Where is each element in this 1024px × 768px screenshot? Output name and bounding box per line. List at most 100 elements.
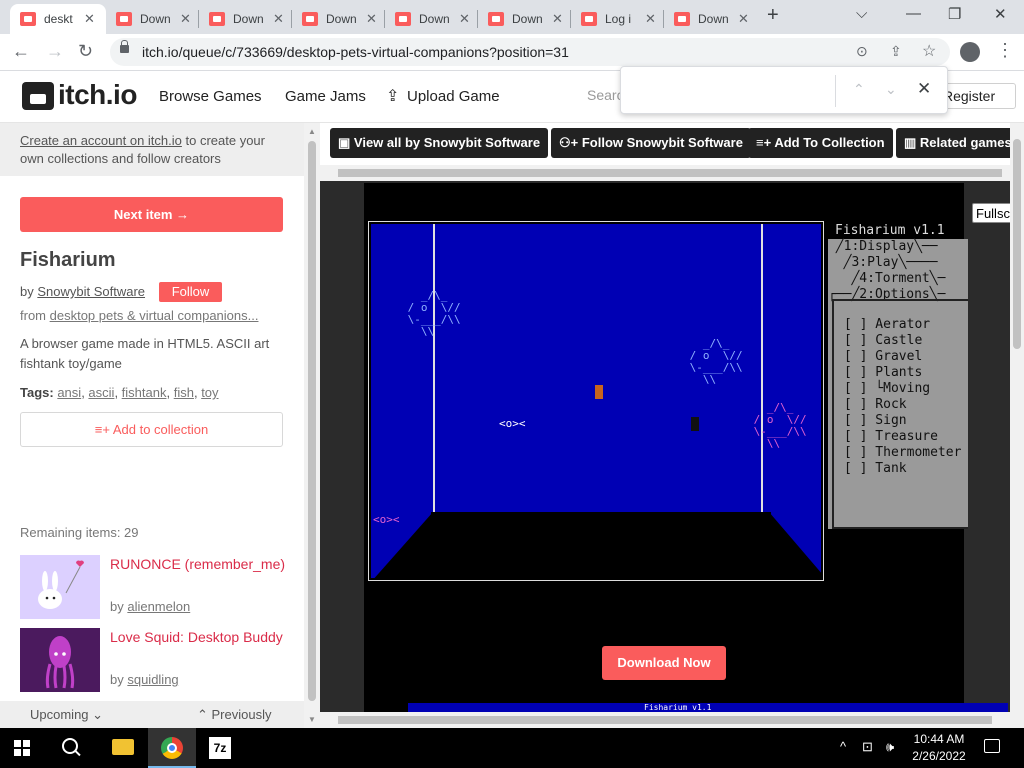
forward-icon[interactable]: → [46,41,64,62]
close-tab-icon[interactable]: ✕ [366,11,377,27]
sidebar-scroll-thumb[interactable] [308,141,316,701]
author-link[interactable]: Snowybit Software [37,284,145,299]
queue-author-link[interactable]: squidling [127,672,178,687]
nav-upload-game[interactable]: Upload Game [407,88,500,105]
view-all-by-author-button[interactable]: ▣ View all by Snowybit Software [330,128,549,158]
browser-tab[interactable]: Down ✕ [664,4,756,34]
browser-tab[interactable]: Log i ✕ [571,4,663,34]
browser-tab[interactable]: Down ✕ [385,4,477,34]
tray-expand-icon[interactable]: ^ [840,739,846,754]
notification-icon[interactable] [984,739,1000,753]
browser-tab[interactable]: Down ✕ [199,4,291,34]
close-window-icon[interactable]: ✕ [994,5,1007,23]
tag-link[interactable]: toy [201,385,218,400]
address-bar[interactable]: itch.io/queue/c/733669/desktop-pets-virt… [110,38,950,66]
page-scrollbar[interactable] [1010,123,1024,728]
option-plants[interactable]: [ ] Plants [844,365,922,380]
tag-link[interactable]: ansi [57,385,81,400]
option-tank[interactable]: [ ] Tank [844,461,907,476]
follow-author-button[interactable]: ⚇+ Follow Snowybit Software [551,128,751,158]
follow-button[interactable]: Follow [159,282,222,302]
find-previous-icon[interactable]: ⌃ [853,81,865,98]
restore-icon[interactable]: ❐ [948,5,961,23]
close-tab-icon[interactable]: ✕ [459,11,470,27]
scroll-up-icon[interactable]: ▲ [308,127,316,136]
tab-play[interactable]: ╱3:Play╲──── [828,255,968,271]
horizontal-scrollbar-bottom[interactable] [320,712,1010,728]
close-tab-icon[interactable]: ✕ [84,11,95,27]
browser-tab-active[interactable]: deskt ✕ [10,4,106,34]
option-aerator[interactable]: [ ] Aerator [844,317,930,332]
close-tab-icon[interactable]: ✕ [180,11,191,27]
option-thermometer[interactable]: [ ] Thermometer [844,445,961,460]
queue-thumbnail[interactable] [20,555,100,619]
add-to-collection-button[interactable]: ≡+ Add to collection [20,412,283,447]
find-next-icon[interactable]: ⌄ [885,81,897,98]
reload-icon[interactable]: ↻ [78,41,93,62]
find-close-icon[interactable]: ✕ [917,79,931,99]
tag-link[interactable]: ascii [88,385,114,400]
upcoming-button[interactable]: Upcoming ⌄ [30,707,103,723]
related-games-button[interactable]: ▥ Related games [896,128,1020,158]
search-icon[interactable] [62,738,78,754]
nav-browse-games[interactable]: Browse Games [159,88,262,105]
lens-icon[interactable]: ⊙ [856,43,868,60]
volume-icon[interactable]: 🕪 [886,739,894,755]
network-icon[interactable]: ⊡ [862,739,873,755]
browser-tab[interactable]: Down ✕ [478,4,570,34]
system-clock[interactable]: 10:44 AM 2/26/2022 [908,731,970,765]
bookmark-star-icon[interactable]: ☆ [922,41,936,61]
site-logo[interactable]: itch.io [58,79,137,111]
minimize-icon[interactable]: — [906,5,921,22]
share-icon[interactable]: ⇪ [890,43,902,60]
previously-button[interactable]: ⌃ Previously [197,707,271,723]
close-tab-icon[interactable]: ✕ [552,11,563,27]
option-castle[interactable]: [ ] Castle [844,333,922,348]
close-tab-icon[interactable]: ✕ [738,11,749,27]
close-tab-icon[interactable]: ✕ [645,11,656,27]
game-title[interactable]: Fisharium [20,249,116,272]
fish-tank[interactable]: _/\_ / o \// \-___/\\ \\ _/\_ / o \// \-… [368,221,824,581]
find-input[interactable] [631,77,831,105]
tab-display[interactable]: ╱1:Display╲── [828,239,968,255]
queue-thumbnail[interactable] [20,628,100,692]
tab-torment[interactable]: ╱4:Torment╲─ [828,271,968,287]
7zip-app[interactable]: 7z [196,728,244,768]
page-scroll-thumb[interactable] [1013,139,1021,349]
nav-game-jams[interactable]: Game Jams [285,88,366,105]
browser-tab[interactable]: Down ✕ [292,4,384,34]
profile-avatar-icon[interactable] [960,42,980,62]
tab-search-icon[interactable]: ⌵ [856,5,867,22]
chrome-app[interactable] [148,728,196,768]
queue-item-title[interactable]: RUNONCE (remember_me) [110,555,290,574]
download-now-button[interactable]: Download Now [602,646,726,680]
collection-link[interactable]: desktop pets & virtual companions... [50,308,259,323]
next-item-button[interactable]: Next item → [20,197,283,232]
itch-logo-icon[interactable] [22,82,54,110]
tag-link[interactable]: fish [174,385,194,400]
option-moving[interactable]: [ ] └Moving [844,381,930,396]
add-to-collection-action-button[interactable]: ≡+ Add To Collection [748,128,893,158]
close-tab-icon[interactable]: ✕ [273,11,284,27]
horizontal-scrollbar-top[interactable] [320,165,1010,181]
queue-author-link[interactable]: alienmelon [127,599,190,614]
game-canvas[interactable]: Fullscreen _/\_ / o \// \-___/\\ \\ _/\_… [364,183,1012,714]
game-iframe[interactable]: Fullscreen _/\_ / o \// \-___/\\ \\ _/\_… [320,181,1012,714]
scroll-down-icon[interactable]: ▼ [308,715,316,724]
browser-menu-icon[interactable]: ⋮ [996,40,1014,61]
queue-item[interactable]: Love Squid: Desktop Buddy by squidling [20,628,290,692]
new-tab-button[interactable]: + [767,4,779,27]
fullscreen-button[interactable]: Fullscreen [972,203,1012,223]
windows-start-icon[interactable] [14,740,30,756]
option-sign[interactable]: [ ] Sign [844,413,907,428]
scroll-thumb[interactable] [338,716,992,724]
option-treasure[interactable]: [ ] Treasure [844,429,938,444]
create-account-link[interactable]: Create an account on itch.io [20,133,182,148]
queue-item-title[interactable]: Love Squid: Desktop Buddy [110,628,290,647]
browser-tab[interactable]: Down ✕ [106,4,198,34]
option-gravel[interactable]: [ ] Gravel [844,349,922,364]
option-rock[interactable]: [ ] Rock [844,397,907,412]
back-icon[interactable]: ← [12,41,30,62]
file-explorer-app[interactable] [98,728,146,768]
sidebar-scrollbar[interactable]: ▲ ▼ [304,123,320,728]
